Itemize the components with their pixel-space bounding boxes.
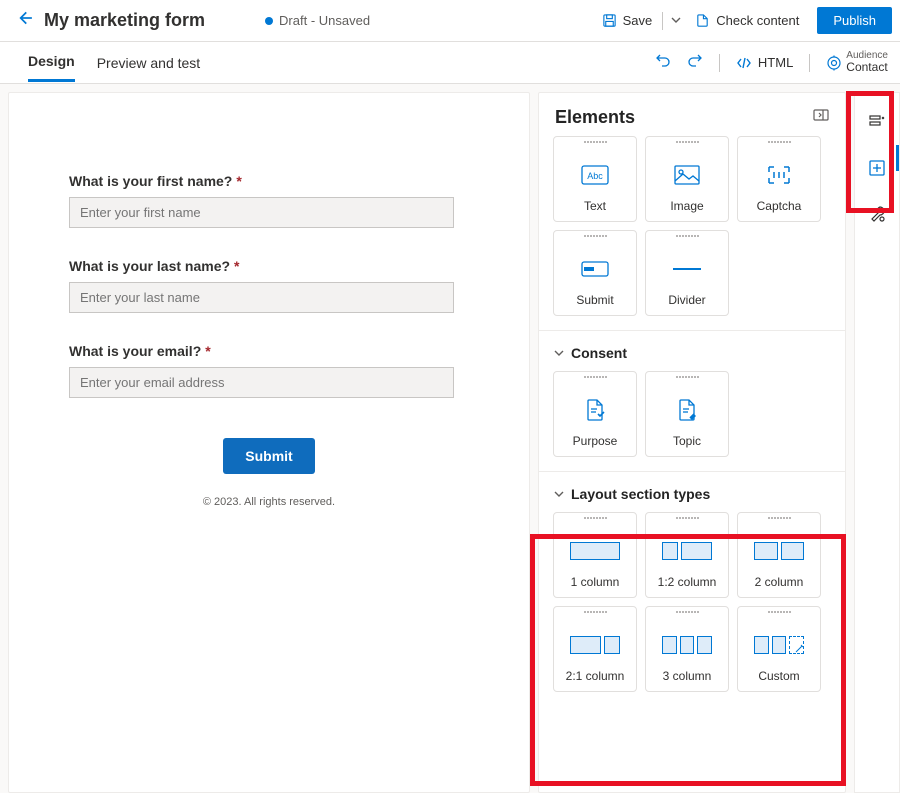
element-purpose[interactable]: Purpose: [553, 371, 637, 457]
email-input[interactable]: [69, 367, 454, 398]
element-image[interactable]: Image: [645, 136, 729, 222]
purpose-icon: [585, 394, 605, 426]
panel-title: Elements: [555, 107, 813, 128]
field-label-email: What is your email?*: [69, 343, 469, 359]
form-submit-button[interactable]: Submit: [223, 438, 314, 474]
lastname-input[interactable]: [69, 282, 454, 313]
save-chevron-button[interactable]: [665, 8, 687, 34]
save-label: Save: [623, 13, 653, 28]
sub-bar: Design Preview and test HTML Audience Co…: [0, 42, 900, 84]
separator: [719, 54, 720, 72]
rail-form-fields-button[interactable]: [862, 107, 892, 137]
main-area: What is your first name?* What is your l…: [0, 84, 900, 793]
publish-button[interactable]: Publish: [817, 7, 892, 34]
collapse-panel-icon[interactable]: [813, 108, 829, 127]
captcha-icon: [766, 159, 792, 191]
save-button[interactable]: Save: [594, 9, 661, 32]
back-arrow-icon[interactable]: [8, 9, 40, 32]
form-canvas[interactable]: What is your first name?* What is your l…: [8, 92, 530, 793]
check-content-button[interactable]: Check content: [687, 9, 807, 32]
separator: [809, 54, 810, 72]
divider-icon: [673, 253, 701, 285]
html-button[interactable]: HTML: [728, 51, 801, 75]
rail-elements-button[interactable]: [862, 153, 892, 183]
element-divider[interactable]: Divider: [645, 230, 729, 316]
svg-text:Abc: Abc: [587, 171, 603, 181]
copyright-text: © 2023. All rights reserved.: [69, 496, 469, 508]
element-captcha[interactable]: Captcha: [737, 136, 821, 222]
elements-panel: Elements Abc Text Image: [538, 92, 846, 793]
tab-preview[interactable]: Preview and test: [97, 45, 201, 81]
layout-header[interactable]: Layout section types: [553, 486, 831, 502]
element-text[interactable]: Abc Text: [553, 136, 637, 222]
layout-1-2-column[interactable]: 1:2 column: [645, 512, 729, 598]
layout-3-column[interactable]: 3 column: [645, 606, 729, 692]
field-label-firstname: What is your first name?*: [69, 173, 469, 189]
elements-section: Abc Text Image Captcha Submit: [539, 136, 845, 330]
layout-1-column[interactable]: 1 column: [553, 512, 637, 598]
status-dot-icon: [265, 17, 273, 25]
image-icon: [674, 159, 700, 191]
consent-header[interactable]: Consent: [553, 345, 831, 361]
firstname-input[interactable]: [69, 197, 454, 228]
undo-button[interactable]: [647, 46, 679, 79]
layout-section: Layout section types 1 column 1:2 column…: [539, 471, 845, 706]
audience-value: Contact: [846, 61, 888, 74]
element-submit[interactable]: Submit: [553, 230, 637, 316]
tab-design[interactable]: Design: [28, 43, 75, 82]
check-content-label: Check content: [716, 13, 799, 28]
audience-button[interactable]: Audience Contact: [826, 50, 888, 74]
rail-theme-button[interactable]: [862, 199, 892, 229]
element-topic[interactable]: Topic: [645, 371, 729, 457]
layout-custom[interactable]: Custom: [737, 606, 821, 692]
page-title: My marketing form: [44, 10, 205, 31]
redo-button[interactable]: [679, 46, 711, 79]
status-text: Draft - Unsaved: [279, 13, 370, 28]
right-rail: [854, 92, 900, 793]
submit-icon: [581, 253, 609, 285]
consent-section: Consent Purpose Topic: [539, 330, 845, 471]
layout-2-column[interactable]: 2 column: [737, 512, 821, 598]
topic-icon: [677, 394, 697, 426]
field-label-lastname: What is your last name?*: [69, 258, 469, 274]
separator: [662, 12, 663, 30]
rail-active-indicator: [896, 145, 899, 171]
top-bar: My marketing form Draft - Unsaved Save C…: [0, 0, 900, 42]
html-label: HTML: [758, 55, 793, 70]
layout-2-1-column[interactable]: 2:1 column: [553, 606, 637, 692]
text-icon: Abc: [581, 159, 609, 191]
